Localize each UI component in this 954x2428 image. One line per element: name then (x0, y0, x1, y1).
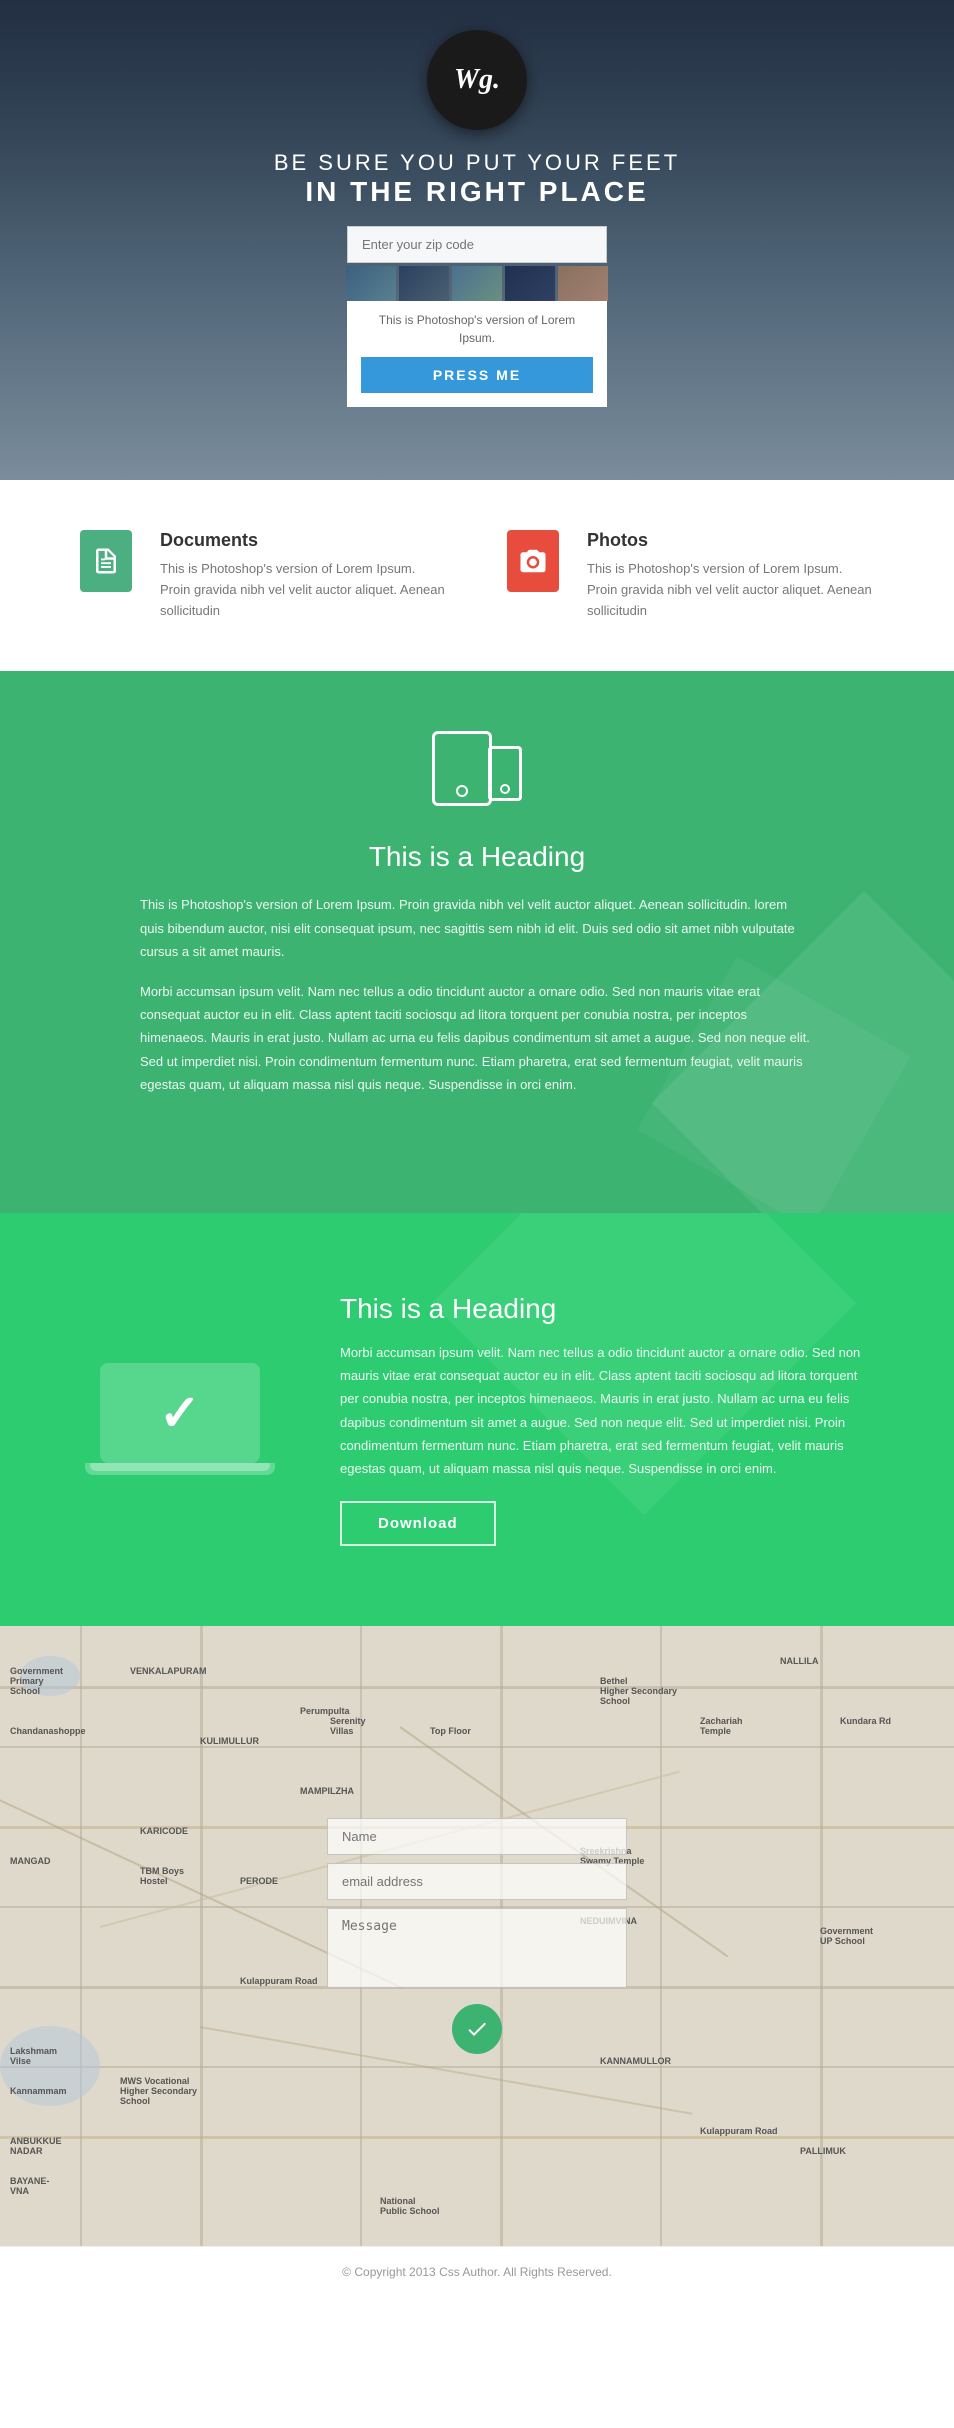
photos-title: Photos (587, 530, 874, 551)
map-label-6: Chandanashoppe (10, 1726, 86, 1736)
footer-copyright: © Copyright 2013 Css Author. All Rights … (342, 2265, 612, 2279)
contact-name-input[interactable] (327, 1818, 627, 1855)
feature-documents: Documents This is Photoshop's version of… (80, 530, 447, 621)
map-label-25: PALLIMUK (800, 2146, 846, 2156)
map-label-14: MANGAD (10, 1856, 51, 1866)
photos-icon-wrapper (507, 530, 567, 600)
map-label-7: KULIMULLUR (200, 1736, 259, 1746)
documents-title: Documents (160, 530, 447, 551)
press-me-button[interactable]: PRESS ME (361, 357, 593, 393)
hero-search-container: This is Photoshop's version of Lorem Ips… (346, 226, 608, 407)
map-label-19: GovernmentUP School (820, 1926, 873, 1946)
phone-shape (488, 746, 522, 801)
camera-icon (507, 530, 559, 592)
contact-form (327, 1818, 627, 2054)
map-label-16: PERODE (240, 1876, 278, 1886)
map-label-21: LakshmamVilse (10, 2046, 57, 2066)
hero-tagline: BE SURE YOU PUT YOUR FEET IN THE RIGHT P… (274, 150, 680, 208)
features-section: Documents This is Photoshop's version of… (0, 480, 954, 671)
map-label-10: ZachariahTemple (700, 1716, 743, 1736)
map-label-15: TBM BoysHostel (140, 1866, 184, 1886)
download-button[interactable]: Download (340, 1501, 496, 1546)
map-label-11: Kundara Rd (840, 1716, 891, 1726)
contact-email-input[interactable] (327, 1863, 627, 1900)
map-label-3: Perumpulta (300, 1706, 350, 1716)
thumbnail-2 (399, 266, 449, 301)
photos-body: This is Photoshop's version of Lorem Ips… (587, 559, 874, 621)
devices-icon (427, 731, 527, 811)
green-section-2: ✓ This is a Heading Morbi accumsan ipsum… (0, 1213, 954, 1626)
map-label-22: MWS VocationalHigher SecondarySchool (120, 2076, 197, 2106)
map-label-12: MAMPILZHA (300, 1786, 354, 1796)
map-label-29: NationalPublic School (380, 2196, 440, 2216)
photos-content: Photos This is Photoshop's version of Lo… (587, 530, 874, 621)
logo-text: Wg. (454, 64, 500, 96)
thumbnail-1 (346, 266, 396, 301)
footer: © Copyright 2013 Css Author. All Rights … (0, 2246, 954, 2297)
map-section: GovernmentPrimarySchool VENKALAPURAM Per… (0, 1626, 954, 2246)
map-label-27: ANBUKKUENADAR (10, 2136, 62, 2156)
map-label-28: BAYANE-VNA (10, 2176, 49, 2196)
documents-content: Documents This is Photoshop's version of… (160, 530, 447, 621)
logo: Wg. (427, 30, 527, 130)
checkmark-big: ✓ (159, 1384, 201, 1442)
documents-icon-wrapper (80, 530, 140, 600)
section1-para2: Morbi accumsan ipsum velit. Nam nec tell… (140, 980, 814, 1097)
map-label-13: KARICODE (140, 1826, 188, 1836)
thumbnail-strip (346, 266, 608, 301)
contact-submit-button[interactable] (452, 2004, 502, 2054)
map-label-5: NALLILA (780, 1656, 819, 1666)
map-label-2: VENKALAPURAM (130, 1666, 207, 1676)
map-label-8: SerenityVillas (330, 1716, 366, 1736)
hero-card-text: This is Photoshop's version of Lorem Ips… (361, 311, 593, 347)
map-label-20: Kulappuram Road (240, 1976, 318, 1986)
section1-para1: This is Photoshop's version of Lorem Ips… (140, 893, 814, 963)
submit-check-icon (465, 2017, 489, 2041)
feature-photos: Photos This is Photoshop's version of Lo… (507, 530, 874, 621)
map-label-9: Top Floor (430, 1726, 471, 1736)
map-label-4: BethelHigher SecondarySchool (600, 1676, 677, 1706)
map-label-1: GovernmentPrimarySchool (10, 1666, 63, 1696)
doc-svg (91, 546, 121, 576)
map-label-23: KANNAMULLOR (600, 2056, 671, 2066)
tablet-shape (432, 731, 492, 806)
section2-content: This is a Heading Morbi accumsan ipsum v… (340, 1293, 874, 1546)
section1-body: This is Photoshop's version of Lorem Ips… (140, 893, 814, 1096)
documents-body: This is Photoshop's version of Lorem Ips… (160, 559, 447, 621)
tagline-line2: IN THE RIGHT PLACE (274, 176, 680, 208)
map-label-24: Kulappuram Road (700, 2126, 778, 2136)
laptop-body: ✓ (100, 1363, 260, 1463)
laptop-check-icon: ✓ (80, 1363, 280, 1475)
hero-card: This is Photoshop's version of Lorem Ips… (347, 301, 607, 407)
thumbnail-5 (558, 266, 608, 301)
thumbnail-4 (505, 266, 555, 301)
green-section-1: This is a Heading This is Photoshop's ve… (0, 671, 954, 1212)
section1-heading: This is a Heading (140, 841, 814, 873)
cam-svg (518, 546, 548, 576)
section2-body: Morbi accumsan ipsum velit. Nam nec tell… (340, 1341, 874, 1481)
hero-section: Wg. BE SURE YOU PUT YOUR FEET IN THE RIG… (0, 0, 954, 480)
thumbnail-3 (452, 266, 502, 301)
section2-heading: This is a Heading (340, 1293, 874, 1325)
tagline-line1: BE SURE YOU PUT YOUR FEET (274, 150, 680, 176)
map-label-26: Kannammam (10, 2086, 67, 2096)
zip-code-input[interactable] (347, 226, 607, 263)
contact-message-input[interactable] (327, 1908, 627, 1988)
document-icon (80, 530, 132, 592)
